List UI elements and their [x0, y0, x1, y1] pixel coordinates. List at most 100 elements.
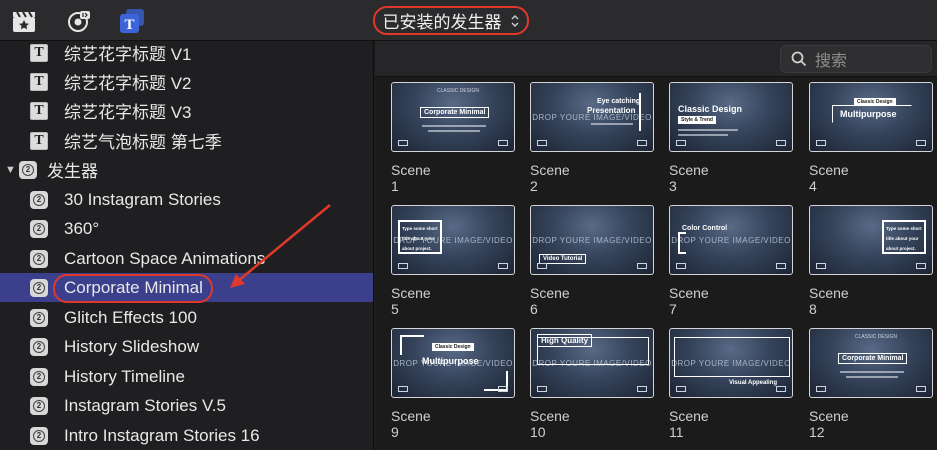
generator-icon: 2: [30, 219, 48, 238]
sidebar-item[interactable]: T 综艺花字标题 V1: [0, 41, 373, 67]
sidebar-item[interactable]: 2 30 Instagram Stories: [0, 185, 373, 214]
scene-thumbnail[interactable]: Type some short title about your about pro…: [809, 205, 933, 275]
scene-thumbnail[interactable]: DROP YOURE IMAGE/VIDEO Color Control: [669, 205, 793, 275]
thumbnail-corner-mark: [498, 386, 508, 392]
sidebar-item[interactable]: 2 Instagram Stories V.5: [0, 391, 373, 420]
search-field[interactable]: 搜索: [780, 45, 932, 73]
scene-label: Scene 11: [669, 408, 709, 440]
thumbnail-corner-mark: [537, 140, 547, 146]
scene-label: Scene 9: [391, 408, 431, 440]
generator-icon-glyph: 2: [33, 399, 45, 412]
scene-thumbnail[interactable]: Classic Design Style & Trend: [669, 82, 793, 152]
sidebar-item[interactable]: T 综艺花字标题 V2: [0, 67, 373, 96]
disclosure-triangle-icon[interactable]: ▼: [5, 164, 16, 176]
frame-box: [537, 337, 649, 365]
sidebar-item-label: 发生器: [47, 162, 98, 181]
thumbnail-corner-mark: [676, 140, 686, 146]
thumbnail-text: title about your: [402, 236, 435, 241]
thumbnail-corner-mark: [498, 140, 508, 146]
sidebar-item-label: 综艺气泡标题 第七季: [64, 133, 222, 152]
thumbnail-corner-mark: [637, 140, 647, 146]
scene-thumbnail[interactable]: DROP YOURE IMAGE/VIDEO Video Tutorial: [530, 205, 654, 275]
generator-icon-glyph: 2: [33, 429, 45, 442]
sidebar-group-generators[interactable]: ▼ 2 发生器: [0, 155, 373, 184]
frame-bar: [639, 93, 641, 131]
thumbnail-corner-mark: [537, 263, 547, 269]
scene-thumbnail[interactable]: CLASSIC DESIGN Corporate Minimal: [809, 328, 933, 398]
thumbnail-title: Presentation: [587, 106, 636, 115]
generator-icon-glyph: 2: [33, 193, 45, 206]
thumbnail-corner-mark: [816, 263, 826, 269]
thumbnail-tag: Style & Trend: [678, 116, 716, 124]
titles-icon[interactable]: T: [118, 8, 146, 34]
scene-label: Scene 4: [809, 162, 849, 194]
installed-generators-dropdown[interactable]: 已安装的发生器: [373, 6, 529, 35]
thumbnail-corner-mark: [637, 386, 647, 392]
thumbnail-corner-mark: [816, 386, 826, 392]
frame-bracket: [678, 232, 686, 254]
sidebar-item-label: Cartoon Space Animations: [64, 248, 266, 268]
thumbnail-corner-mark: [498, 263, 508, 269]
thumbnail-placeholder-text: DROP YOURE IMAGE/VIDEO: [671, 236, 791, 245]
thumbnail-title: Classic Design: [678, 104, 743, 114]
scene-thumbnail[interactable]: DROP YOURE IMAGE/VIDEO Eye catching Presen…: [530, 82, 654, 152]
clapper-star-icon[interactable]: [10, 8, 38, 34]
generator-icon-glyph: 2: [33, 340, 45, 353]
text-line: [422, 125, 486, 127]
sidebar-item-label: Instagram Stories V.5: [64, 395, 226, 415]
scene-thumbnail[interactable]: CLASSIC DESIGN Corporate Minimal: [391, 82, 515, 152]
library-sidebar: T 综艺花字标题 V1 T 综艺花字标题 V2 T 综艺花字标题 V3 T 综艺气泡标题 第七…: [0, 41, 374, 450]
sidebar-item[interactable]: 2 History Slideshow: [0, 332, 373, 361]
sidebar-item[interactable]: 2 Intro Instagram Stories 16: [0, 421, 373, 450]
thumbnail-corner-mark: [676, 263, 686, 269]
title-icon: T: [30, 101, 48, 120]
frame-box: [832, 105, 912, 123]
generator-icon-glyph: 2: [33, 370, 45, 383]
thumbnail-corner-mark: [398, 140, 408, 146]
text-line: [678, 134, 728, 136]
scene-thumbnail[interactable]: Classic Design Multipurpose: [809, 82, 933, 152]
thumbnail-text: title about your: [886, 236, 919, 241]
thumbnail-corner-mark: [537, 386, 547, 392]
thumbnail-title: Color Control: [682, 225, 728, 232]
scene-label: Scene 8: [809, 285, 849, 317]
sidebar-item-label: 30 Instagram Stories: [64, 189, 221, 209]
sidebar-item[interactable]: 2 360°: [0, 214, 373, 243]
search-icon: [791, 51, 807, 67]
sidebar-item[interactable]: 2 Cartoon Space Animations: [0, 244, 373, 273]
thumbnail-caption: CLASSIC DESIGN: [437, 88, 479, 94]
generator-icon-glyph: 2: [33, 311, 45, 324]
sidebar-item[interactable]: T 综艺气泡标题 第七季: [0, 126, 373, 155]
sidebar-item[interactable]: 2 Glitch Effects 100: [0, 303, 373, 332]
thumbnail-corner-mark: [916, 140, 926, 146]
thumbnail-title: Corporate Minimal: [838, 353, 908, 364]
generator-icon: 2: [30, 278, 48, 297]
text-line: [678, 129, 738, 131]
sidebar-item[interactable]: T 综艺花字标题 V3: [0, 96, 373, 125]
search-placeholder: 搜索: [815, 53, 848, 70]
music-camera-icon[interactable]: [65, 8, 93, 34]
sidebar-item-label: Corporate Minimal: [64, 277, 203, 297]
thumbnail-text: about project.: [402, 246, 432, 251]
scene-label: Scene 3: [669, 162, 709, 194]
scene-thumbnail[interactable]: DROP YOURE IMAGE/VIDEO Visual Appealing: [669, 328, 793, 398]
sidebar-item[interactable]: 2 Corporate Minimal: [0, 273, 373, 302]
thumbnail-corner-mark: [398, 263, 408, 269]
scene-thumbnail[interactable]: DROP YOURE IMAGE/VIDEO Classic Design Mult…: [391, 328, 515, 398]
sidebar-item-label: 综艺花字标题 V3: [64, 103, 192, 122]
frame-corner: [400, 335, 424, 355]
scene-label: Scene 7: [669, 285, 709, 317]
scene-label: Scene 5: [391, 285, 431, 317]
top-toolbar: T 已安装的发生器: [0, 0, 937, 41]
dropdown-label: 已安装的发生器: [382, 13, 502, 32]
thumbnail-corner-mark: [776, 263, 786, 269]
thumbnail-text: Type some short: [886, 226, 922, 231]
scene-label: Scene 2: [530, 162, 570, 194]
sidebar-item[interactable]: 2 History Timeline: [0, 362, 373, 391]
scene-thumbnail[interactable]: DROP YOURE IMAGE/VIDEO Type some short tit…: [391, 205, 515, 275]
sidebar-item-label: Intro Instagram Stories 16: [64, 425, 260, 445]
thumbnail-corner-mark: [816, 140, 826, 146]
thumbnail-text: about project.: [886, 246, 916, 251]
scene-thumbnail[interactable]: DROP YOURE IMAGE/VIDEO High Quality: [530, 328, 654, 398]
thumbnail-corner-mark: [398, 386, 408, 392]
